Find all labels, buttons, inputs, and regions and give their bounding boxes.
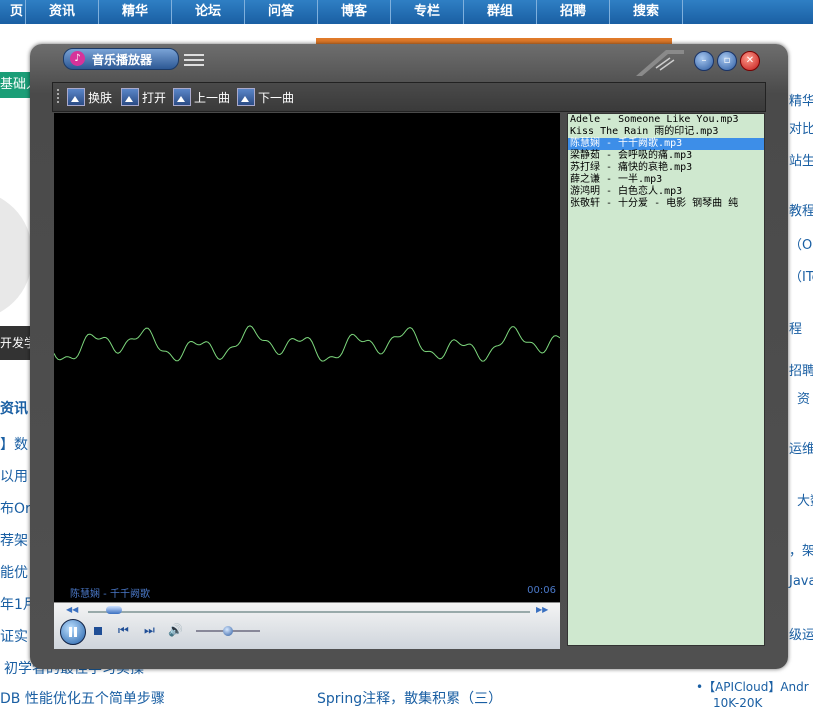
nav-item-blog[interactable]: 博客	[318, 0, 391, 24]
stop-button[interactable]	[94, 627, 102, 635]
background-tab[interactable]: 基础入	[0, 72, 32, 98]
image-icon	[67, 88, 85, 106]
seek-bar[interactable]	[88, 611, 530, 613]
background-right-link[interactable]: ，架	[789, 540, 813, 559]
background-right-link[interactable]: 精华文	[789, 90, 813, 109]
background-link[interactable]: 能优	[0, 562, 28, 582]
background-right-link[interactable]: 站生命	[789, 150, 813, 169]
restore-button[interactable]: ▫	[717, 51, 737, 71]
menu-icon[interactable]	[184, 54, 204, 66]
background-job-link[interactable]: •【APICloud】Andr	[696, 678, 809, 695]
nav-item-home[interactable]: 页	[0, 0, 26, 24]
title-badge: ♪ 音乐播放器	[63, 48, 179, 70]
minimize-button[interactable]: –	[694, 51, 714, 71]
playlist-item[interactable]: 梁静茹 - 会呼吸的痛.mp3	[568, 150, 764, 162]
site-nav-bar: 页 资讯 精华 论坛 问答 博客 专栏 群组 招聘 搜索	[0, 0, 813, 24]
background-right-link[interactable]: 大数	[797, 490, 813, 509]
background-right-link[interactable]: 运维	[789, 438, 813, 457]
playlist-item[interactable]: 游鸿明 - 白色恋人.mp3	[568, 186, 764, 198]
background-right-link[interactable]: 教程	[789, 200, 813, 219]
seek-handle[interactable]	[105, 606, 122, 614]
skip-forward-icon[interactable]: ⏭	[144, 623, 155, 638]
background-right-link[interactable]: 程	[789, 318, 802, 337]
image-icon	[121, 88, 139, 106]
nav-item-jobs[interactable]: 招聘	[537, 0, 610, 24]
background-salary: 10K-20K	[713, 696, 763, 710]
fast-forward-icon[interactable]: ▶▶	[536, 605, 548, 614]
background-illustration	[0, 190, 32, 320]
playlist-item[interactable]: 张敬轩 - 十分爱 - 电影 钢琴曲 纯	[568, 198, 764, 210]
volume-icon[interactable]: 🔊	[168, 623, 183, 637]
close-button[interactable]: ✕	[740, 51, 760, 71]
nav-item-featured[interactable]: 精华	[99, 0, 172, 24]
nav-item-search[interactable]: 搜索	[610, 0, 683, 24]
playlist: Adele - Someone Like You.mp3 Kiss The Ra…	[567, 113, 765, 646]
open-button-label: 打开	[142, 90, 167, 105]
next-track-button[interactable]: 下一曲	[237, 87, 294, 107]
background-link[interactable]: 以用	[0, 466, 28, 486]
background-link[interactable]: 证实	[0, 626, 28, 646]
playlist-item[interactable]: Kiss The Rain 雨的印记.mp3	[568, 126, 764, 138]
visualizer-panel: 陈慧娴 - 千千阙歌 00:06	[54, 113, 560, 602]
pause-button[interactable]	[60, 619, 86, 645]
volume-handle[interactable]	[223, 626, 233, 636]
skin-button-label: 换肤	[88, 90, 113, 105]
background-right-link[interactable]: （Or	[789, 234, 813, 253]
skin-button[interactable]: 换肤	[67, 87, 112, 107]
background-right-link[interactable]: 级运维	[789, 624, 813, 643]
rewind-icon[interactable]: ◀◀	[66, 605, 78, 614]
background-right-heading: 招聘	[789, 364, 813, 379]
nav-item-column[interactable]: 专栏	[391, 0, 464, 24]
nav-item-news[interactable]: 资讯	[26, 0, 99, 24]
image-icon	[173, 88, 191, 106]
previous-track-button[interactable]: 上一曲	[173, 87, 230, 107]
background-link[interactable]: DB 性能优化五个简单步骤	[0, 688, 165, 708]
player-toolbar: 换肤 打开 上一曲 下一曲	[52, 82, 766, 112]
background-link[interactable]: 】数	[0, 434, 28, 454]
titlebar-decoration-icon	[636, 50, 684, 76]
waveform	[54, 325, 560, 362]
nav-item-groups[interactable]: 群组	[464, 0, 537, 24]
music-player-window: ♪ 音乐播放器 – ▫ ✕ 换肤 打开 上一曲 下一曲 陈慧娴 - 千千阙歌 0…	[30, 44, 788, 669]
now-playing-title: 陈慧娴 - 千千阙歌	[70, 589, 150, 600]
background-right-link[interactable]: 资	[797, 388, 810, 407]
toolbar-grip-icon[interactable]	[57, 89, 61, 103]
previous-track-label: 上一曲	[194, 90, 231, 105]
playback-controls: ◀◀ ▶▶ ⏮ ⏭ 🔊	[54, 602, 560, 649]
nav-item-qa[interactable]: 问答	[245, 0, 318, 24]
background-link[interactable]: 荐架	[0, 530, 28, 550]
playlist-item[interactable]: 薛之谦 - 一半.mp3	[568, 174, 764, 186]
window-title: 音乐播放器	[92, 53, 153, 67]
background-right-link[interactable]: （ITe	[789, 266, 813, 285]
background-link[interactable]: Spring注释，散集积累（三）	[317, 688, 502, 708]
open-button[interactable]: 打开	[121, 87, 166, 107]
playlist-item-selected[interactable]: 陈慧娴 - 千千阙歌.mp3	[568, 138, 764, 150]
elapsed-time: 00:06	[527, 585, 556, 596]
background-section-title: 资讯	[0, 401, 28, 417]
background-right-link[interactable]: 对比	[789, 118, 813, 137]
background-link[interactable]: 布Or	[0, 498, 31, 518]
music-note-icon: ♪	[70, 51, 85, 66]
next-track-label: 下一曲	[258, 90, 295, 105]
skip-back-icon[interactable]: ⏮	[118, 623, 129, 638]
image-icon	[237, 88, 255, 106]
background-dark-label[interactable]: 开发学	[0, 326, 32, 360]
playlist-item[interactable]: Adele - Someone Like You.mp3	[568, 114, 764, 126]
nav-item-forum[interactable]: 论坛	[172, 0, 245, 24]
background-right-link[interactable]: Java	[789, 574, 813, 589]
playlist-item[interactable]: 苏打绿 - 痛快的哀艳.mp3	[568, 162, 764, 174]
